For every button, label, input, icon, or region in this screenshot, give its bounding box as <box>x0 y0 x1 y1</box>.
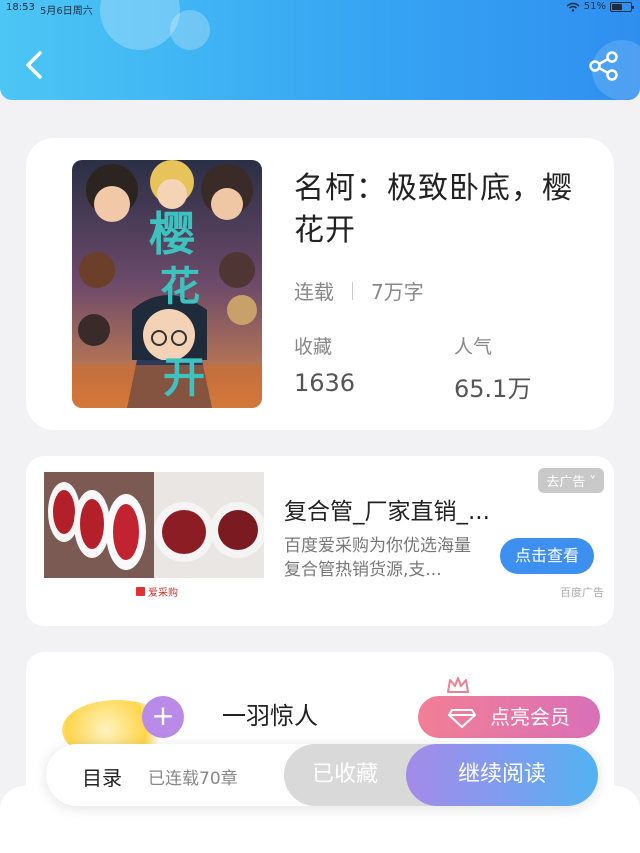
chevron-left-icon <box>26 51 42 79</box>
favorites-value: 1636 <box>294 369 356 397</box>
ad-card[interactable]: 爱采购 去广告 ˅ 复合管_厂家直销_... 百度爱采购为你优选海量复合管热销货… <box>26 456 614 626</box>
continue-reading-button[interactable]: 继续阅读 <box>406 744 598 806</box>
ad-title[interactable]: 复合管_厂家直销_... <box>284 492 534 526</box>
book-cover[interactable]: 樱 花 开 <box>72 160 262 408</box>
ad-description: 百度爱采购为你优选海量复合管热销货源,支... <box>284 536 471 580</box>
wifi-icon <box>566 2 580 12</box>
status-time: 18:53 <box>6 2 35 13</box>
diamond-icon <box>448 709 476 728</box>
book-meta: 连载 7万字 <box>294 276 424 305</box>
activate-vip-button[interactable]: 点亮会员 <box>418 696 600 738</box>
decor-bubble-small <box>170 10 210 50</box>
cart-icon <box>136 587 145 596</box>
book-info-card: 樱 花 开 名柯：极致卧底，樱花开 连载 7万字 收藏 1636 人气 65.1… <box>26 138 614 430</box>
book-title: 名柯：极致卧底，樱花开 <box>294 171 573 248</box>
ad-view-button[interactable]: 点击查看 <box>500 538 594 574</box>
author-name[interactable]: 一羽惊人 <box>222 696 318 731</box>
pipe-product-image <box>44 472 264 584</box>
popularity-stat: 人气 65.1万 <box>454 332 531 404</box>
ad-logo: 爱采购 <box>136 584 178 599</box>
cover-illustration: 樱 花 开 <box>72 160 262 408</box>
popularity-label: 人气 <box>454 336 493 358</box>
serial-info: 已连载70章 <box>148 769 238 789</box>
follow-plus-button[interactable]: + <box>142 696 184 738</box>
share-button[interactable] <box>588 50 620 82</box>
battery-icon <box>610 1 634 12</box>
status-right: 51% <box>566 1 634 12</box>
book-status: 连载 <box>294 280 334 304</box>
toc-button[interactable]: 目录 <box>82 762 122 791</box>
share-icon <box>589 51 618 81</box>
ad-logo-text: 爱采购 <box>148 588 178 599</box>
bottom-action-bar: 目录 已连载70章 已收藏 继续阅读 <box>46 744 598 806</box>
favorites-label: 收藏 <box>294 336 333 358</box>
cover-title-char-3: 开 <box>163 353 205 402</box>
back-button[interactable] <box>18 48 52 82</box>
remove-ad-button[interactable]: 去广告 ˅ <box>538 468 604 493</box>
book-word-count: 7万字 <box>371 280 424 304</box>
crown-icon <box>447 677 469 693</box>
ad-source: 百度广告 <box>560 586 604 599</box>
vip-label: 点亮会员 <box>490 705 570 729</box>
meta-divider <box>352 281 353 300</box>
battery-percent: 51% <box>583 1 606 12</box>
cover-title-char-1: 樱 <box>149 207 195 261</box>
status-bar: 18:53 5月6日周六 51% <box>0 0 640 17</box>
popularity-value: 65.1万 <box>454 375 532 403</box>
ad-image[interactable] <box>44 472 264 584</box>
remove-ad-label: 去广告 <box>546 475 586 490</box>
status-date: 5月6日周六 <box>40 6 93 17</box>
chevron-down-icon: ˅ <box>589 475 597 490</box>
favorites-stat: 收藏 1636 <box>294 332 355 397</box>
cover-title-char-2: 花 <box>160 263 200 310</box>
